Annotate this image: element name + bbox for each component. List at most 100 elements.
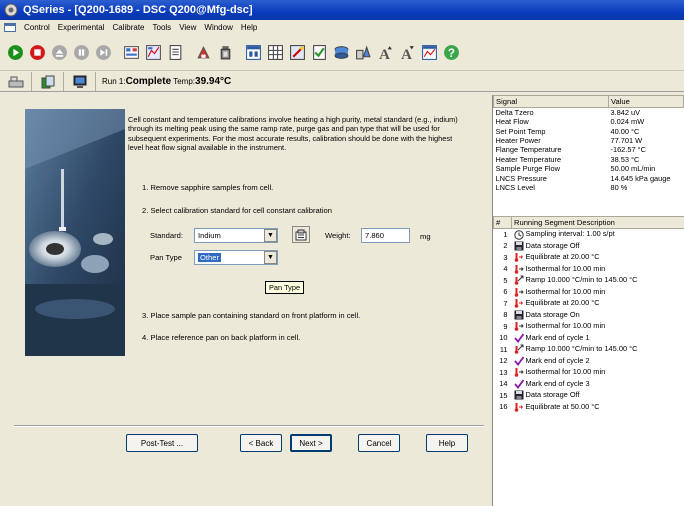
notes-icon[interactable] [164, 42, 186, 64]
signal-name: LNCS Pressure [495, 173, 547, 183]
signal-row[interactable]: Delta Tzero 3.842 uV [494, 108, 684, 117]
segment-description: Mark end of cycle 3 [512, 378, 684, 390]
segment-description-header[interactable]: Running Segment Description [511, 216, 684, 229]
view-grid-icon[interactable] [242, 42, 264, 64]
signal-name: Flange Temperature [495, 145, 562, 155]
window-titlebar[interactable]: QSeries - [Q200-1689 - DSC Q200@Mfg-dsc] [0, 0, 684, 20]
signal-row[interactable]: Flange Temperature -162.57 °C [494, 145, 684, 154]
step-1: 1. Remove sapphire samples from cell. [142, 183, 274, 192]
signal-name: Set Point Temp [495, 126, 546, 136]
segment-row[interactable]: 8 Data storage On [494, 309, 684, 321]
pan-type-select[interactable]: Other ▼ [194, 250, 278, 265]
menu-control[interactable]: Control [24, 23, 50, 32]
chevron-down-icon[interactable]: ▼ [264, 229, 277, 242]
menu-window[interactable]: Window [204, 23, 232, 32]
weight-label: Weight: [325, 231, 351, 240]
signal-value: 50.00 mL/min [610, 164, 656, 174]
disk-icon [514, 241, 526, 251]
signal-name: Heater Power [495, 135, 541, 145]
menu-doc-icon[interactable] [4, 22, 16, 32]
autosampler-icon[interactable] [330, 42, 352, 64]
stop-icon[interactable] [26, 42, 48, 64]
segment-row[interactable]: 3 Equilibrate at 20.00 °C [494, 252, 684, 264]
instrument-tab-icon[interactable] [0, 72, 32, 91]
segment-row[interactable]: 15 Data storage Off [494, 390, 684, 402]
chevron-down-icon[interactable]: ▼ [264, 251, 277, 264]
summary-icon[interactable] [120, 42, 142, 64]
segment-row[interactable]: 5 Ramp 10.000 °C/min to 145.00 °C [494, 275, 684, 287]
wizard-icon[interactable] [286, 42, 308, 64]
font-decrease-icon[interactable]: A [396, 42, 418, 64]
signals-tab-icon[interactable] [32, 72, 64, 91]
menu-help[interactable]: Help [241, 23, 257, 32]
next-button[interactable]: Next > [290, 434, 332, 452]
segment-number: 1 [503, 230, 508, 239]
thermo-icon [514, 402, 526, 412]
tools-icon[interactable] [214, 42, 236, 64]
post-test-button[interactable]: Post-Test ... [126, 434, 198, 452]
signal-row[interactable]: Sample Purge Flow 50.00 mL/min [494, 164, 684, 173]
segment-row[interactable]: 6 Isothermal for 10.00 min [494, 286, 684, 298]
toolbar: A A ? [0, 35, 684, 71]
signal-row[interactable]: Set Point Temp 40.00 °C [494, 126, 684, 136]
segment-number: 2 [503, 241, 508, 251]
segment-row[interactable]: 9 Isothermal for 10.00 min [494, 321, 684, 333]
segment-description: Mark end of cycle 2 [512, 355, 684, 367]
segment-row[interactable]: 12 Mark end of cycle 2 [494, 355, 684, 367]
menu-view[interactable]: View [179, 23, 196, 32]
menu-tools[interactable]: Tools [153, 23, 172, 32]
segment-row[interactable]: 14 Mark end of cycle 3 [494, 378, 684, 390]
start-icon[interactable] [4, 42, 26, 64]
back-button[interactable]: < Back [240, 434, 282, 452]
segment-row[interactable]: 7 Equilibrate at 20.00 °C [494, 298, 684, 310]
standard-select[interactable]: Indium ▼ [194, 228, 278, 243]
signals-icon[interactable] [352, 42, 374, 64]
table-icon[interactable] [264, 42, 286, 64]
disk-icon [514, 310, 526, 320]
signal-row[interactable]: Heater Temperature 38.53 °C [494, 155, 684, 164]
properties-button[interactable] [292, 226, 310, 243]
step-3: 3. Place sample pan containing standard … [142, 311, 361, 320]
properties-icon [295, 229, 307, 240]
svg-text:A: A [401, 47, 412, 61]
cancel-button[interactable]: Cancel [358, 434, 400, 452]
font-increase-icon[interactable]: A [374, 42, 396, 64]
segment-description: Equilibrate at 20.00 °C [512, 252, 684, 264]
segment-row[interactable]: 4 Isothermal for 10.00 min [494, 263, 684, 275]
signal-row[interactable]: LNCS Pressure 14.645 kPa gauge [494, 173, 684, 183]
segment-row[interactable]: 1 Sampling interval: 1.00 s/pt [494, 229, 684, 241]
run-status-bar: Run 1:Complete Temp:39.94°C [0, 72, 684, 92]
signal-row[interactable]: Heat Flow 0.024 mW [494, 117, 684, 126]
next-segment-icon[interactable] [92, 42, 114, 64]
segments-table: # Running Segment Description 1 Sampling … [493, 216, 684, 413]
graph-icon[interactable] [418, 42, 440, 64]
signal-column-header[interactable]: Signal [493, 95, 609, 108]
iso-icon [514, 287, 526, 297]
segment-row[interactable]: 16 Equilibrate at 50.00 °C [494, 401, 684, 413]
segment-description: Ramp 10.000 °C/min to 145.00 °C [512, 275, 684, 287]
segment-number-header[interactable]: # [493, 216, 512, 229]
signal-name: Delta Tzero [495, 108, 534, 117]
signal-row[interactable]: LNCS Level 80 % [494, 183, 684, 192]
segment-description: Mark end of cycle 1 [512, 332, 684, 344]
pause-icon[interactable] [70, 42, 92, 64]
calibrate-icon[interactable] [192, 42, 214, 64]
value-column-header[interactable]: Value [608, 95, 684, 108]
segment-row[interactable]: 10 Mark end of cycle 1 [494, 332, 684, 344]
weight-input[interactable]: 7.860 [361, 228, 410, 243]
svg-text:?: ? [447, 47, 454, 60]
help-icon[interactable]: ? [440, 42, 462, 64]
eject-icon[interactable] [48, 42, 70, 64]
menu-experimental[interactable]: Experimental [58, 23, 105, 32]
checklist-icon[interactable] [308, 42, 330, 64]
segment-number: 13 [499, 367, 508, 377]
help-button[interactable]: Help [426, 434, 468, 452]
signal-row[interactable]: Heater Power 77.701 W [494, 136, 684, 145]
segment-row[interactable]: 11 Ramp 10.000 °C/min to 145.00 °C [494, 344, 684, 356]
computer-tab-icon[interactable] [64, 72, 96, 91]
segment-row[interactable]: 2 Data storage Off [494, 240, 684, 252]
iso-icon [514, 367, 526, 378]
segment-row[interactable]: 13 Isothermal for 10.00 min [494, 367, 684, 379]
menu-calibrate[interactable]: Calibrate [112, 23, 144, 32]
procedure-icon[interactable] [142, 42, 164, 64]
